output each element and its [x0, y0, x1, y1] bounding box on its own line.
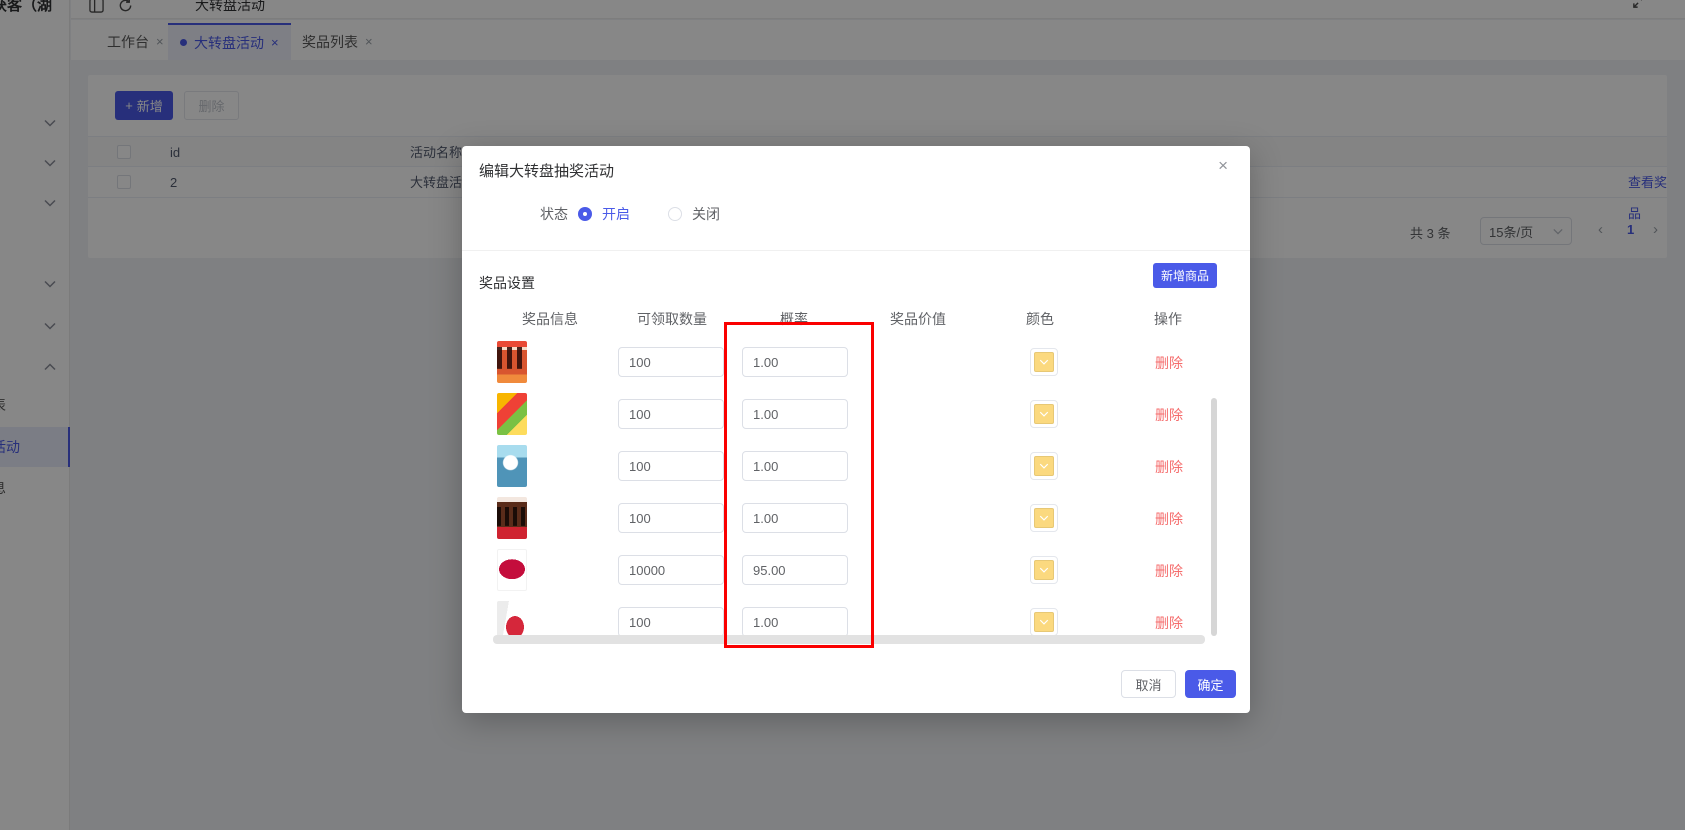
delete-link[interactable]: 删除	[1155, 561, 1183, 581]
close-icon[interactable]: ×	[1218, 156, 1228, 176]
color-picker-button[interactable]	[1030, 504, 1058, 532]
prize-row: 删除	[462, 336, 1222, 388]
color-swatch-fill	[1034, 612, 1054, 632]
delete-link[interactable]: 删除	[1155, 509, 1183, 529]
chevron-down-icon	[1039, 567, 1049, 573]
cancel-button[interactable]: 取消	[1121, 670, 1176, 698]
color-swatch-fill	[1034, 352, 1054, 372]
prize-image	[497, 445, 527, 487]
prize-row: 删除	[462, 544, 1222, 596]
prize-image	[497, 341, 527, 383]
col-color: 颜色	[1026, 309, 1054, 329]
delete-link[interactable]: 删除	[1155, 457, 1183, 477]
color-swatch-fill	[1034, 508, 1054, 528]
prize-image	[497, 393, 527, 435]
chevron-down-icon	[1039, 619, 1049, 625]
color-swatch-fill	[1034, 456, 1054, 476]
horizontal-scrollbar[interactable]	[493, 635, 1205, 644]
col-probability: 概率	[780, 309, 808, 329]
color-picker-button[interactable]	[1030, 556, 1058, 584]
color-picker-button[interactable]	[1030, 348, 1058, 376]
status-label: 状态	[540, 204, 568, 224]
divider	[462, 250, 1250, 251]
quantity-input[interactable]	[618, 451, 724, 481]
add-product-button[interactable]: 新增商品	[1153, 263, 1217, 288]
edit-activity-modal: 编辑大转盘抽奖活动 × 状态 开启 关闭 奖品设置 新增商品 奖品信息 可领取数…	[462, 146, 1250, 713]
radio-status-on[interactable]	[578, 207, 592, 221]
chevron-down-icon	[1039, 515, 1049, 521]
prize-row: 删除	[462, 388, 1222, 440]
prize-row: 删除	[462, 440, 1222, 492]
col-prize-info: 奖品信息	[522, 309, 578, 329]
probability-input[interactable]	[742, 451, 848, 481]
quantity-input[interactable]	[618, 503, 724, 533]
prize-image	[497, 497, 527, 539]
quantity-input[interactable]	[618, 347, 724, 377]
delete-link[interactable]: 删除	[1155, 353, 1183, 373]
radio-status-off[interactable]	[668, 207, 682, 221]
probability-input[interactable]	[742, 399, 848, 429]
chevron-down-icon	[1039, 359, 1049, 365]
chevron-down-icon	[1039, 463, 1049, 469]
radio-off-label[interactable]: 关闭	[692, 204, 720, 224]
probability-input[interactable]	[742, 607, 848, 637]
modal-title: 编辑大转盘抽奖活动	[479, 160, 614, 181]
col-prize-value: 奖品价值	[890, 309, 946, 329]
prize-list: 删除 删除 删除 删除	[462, 336, 1222, 644]
vertical-scrollbar[interactable]	[1211, 398, 1217, 636]
probability-input[interactable]	[742, 503, 848, 533]
color-picker-button[interactable]	[1030, 452, 1058, 480]
delete-link[interactable]: 删除	[1155, 613, 1183, 633]
probability-input[interactable]	[742, 347, 848, 377]
color-picker-button[interactable]	[1030, 608, 1058, 636]
delete-link[interactable]: 删除	[1155, 405, 1183, 425]
prize-image	[497, 549, 527, 591]
app-window: 获客（湖 表 活动 息 大转盘活动 工作台× 大转盘活动× 奖品列表×	[0, 0, 1685, 830]
prize-settings-title: 奖品设置	[479, 273, 535, 293]
radio-on-label[interactable]: 开启	[602, 204, 630, 224]
quantity-input[interactable]	[618, 607, 724, 637]
quantity-input[interactable]	[618, 555, 724, 585]
col-claimable-quantity: 可领取数量	[637, 309, 707, 329]
col-action: 操作	[1154, 309, 1182, 329]
color-picker-button[interactable]	[1030, 400, 1058, 428]
confirm-button[interactable]: 确定	[1185, 670, 1236, 698]
prize-row: 删除	[462, 492, 1222, 544]
color-swatch-fill	[1034, 560, 1054, 580]
quantity-input[interactable]	[618, 399, 724, 429]
chevron-down-icon	[1039, 411, 1049, 417]
probability-input[interactable]	[742, 555, 848, 585]
color-swatch-fill	[1034, 404, 1054, 424]
